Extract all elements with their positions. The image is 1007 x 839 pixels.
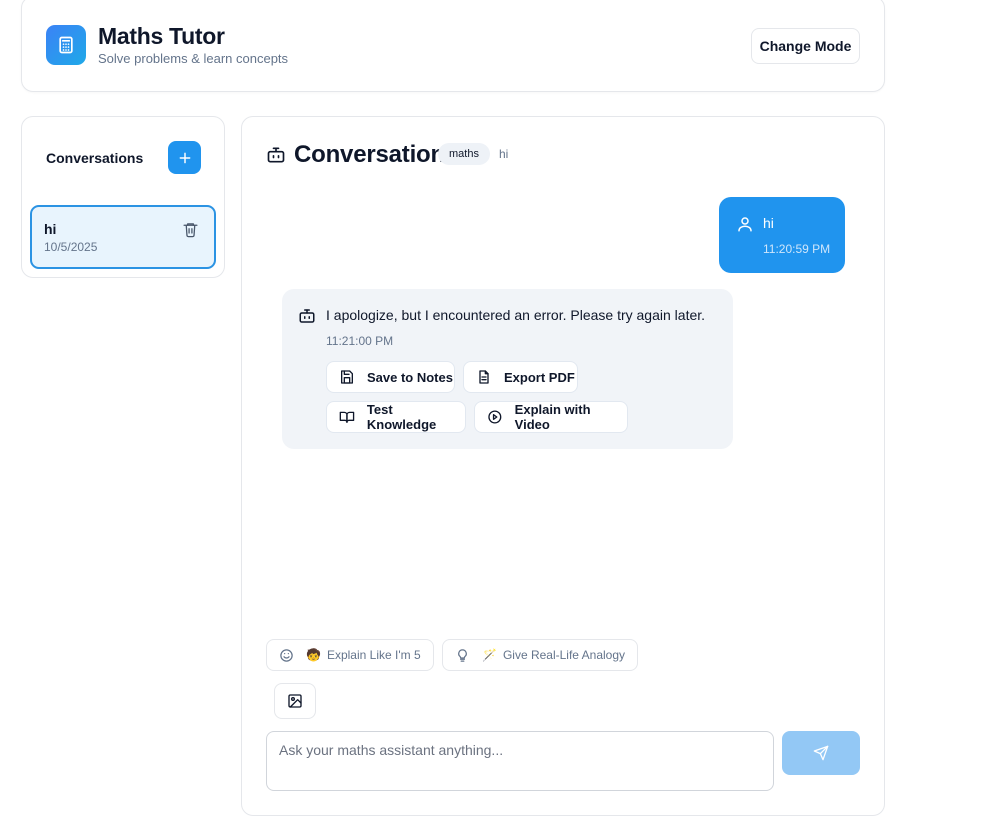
subject-badge: maths [438, 143, 490, 165]
message-text: hi [763, 215, 774, 231]
real-life-analogy-chip[interactable]: 🪄 Give Real-Life Analogy [442, 639, 638, 671]
conversation-subtitle: hi [499, 147, 509, 161]
book-open-icon [339, 411, 355, 423]
user-message: hi 11:20:59 PM [719, 197, 845, 273]
conversation-panel: Conversation maths hi hi 11:20:59 PM I a… [241, 116, 885, 816]
attach-image-button[interactable] [274, 683, 316, 719]
app-title: Maths Tutor [98, 23, 225, 49]
new-conversation-button[interactable] [168, 141, 201, 174]
button-label: Export PDF [504, 369, 575, 385]
conversation-name: hi [44, 221, 57, 237]
export-pdf-button[interactable]: Export PDF [463, 361, 578, 393]
send-icon [813, 745, 829, 761]
conversation-title: Conversation [294, 141, 445, 168]
assistant-message: I apologize, but I encountered an error.… [282, 289, 733, 449]
send-button[interactable] [782, 731, 860, 775]
explain-like-im-5-chip[interactable]: 🧒 Explain Like I'm 5 [266, 639, 434, 671]
change-mode-button[interactable]: Change Mode [751, 28, 860, 64]
message-time: 11:21:00 PM [326, 334, 394, 348]
explain-with-video-button[interactable]: Explain with Video [474, 401, 628, 433]
sidebar-title: Conversations [46, 150, 144, 166]
sparkle-emoji: 🪄 [482, 648, 497, 662]
app-header: Maths Tutor Solve problems & learn conce… [21, 0, 885, 92]
chip-label: Explain Like I'm 5 [326, 648, 421, 662]
button-label: Explain with Video [514, 402, 591, 432]
app-subtitle: Solve problems & learn concepts [98, 51, 289, 66]
user-icon [736, 215, 754, 233]
calculator-icon [46, 25, 86, 65]
conversation-list-item[interactable]: hi 10/5/2025 [30, 205, 216, 269]
play-circle-icon [488, 410, 502, 424]
conversations-sidebar: Conversations hi 10/5/2025 [21, 116, 225, 278]
save-to-notes-button[interactable]: Save to Notes [326, 361, 455, 393]
message-time: 11:20:59 PM [763, 242, 831, 256]
lightbulb-icon [458, 648, 467, 662]
chip-label: Give Real-Life Analogy [502, 648, 626, 662]
image-icon [288, 694, 302, 708]
test-knowledge-button[interactable]: Test Knowledge [326, 401, 466, 433]
child-emoji: 🧒 [306, 648, 321, 662]
smile-icon [280, 648, 293, 662]
save-icon [341, 370, 353, 384]
bot-icon [266, 145, 286, 165]
file-text-icon [479, 370, 489, 384]
button-label: Save to Notes [367, 369, 453, 385]
plus-icon [179, 152, 190, 163]
bot-icon [298, 307, 316, 325]
trash-icon[interactable] [182, 221, 199, 238]
message-text: I apologize, but I encountered an error.… [326, 307, 706, 323]
message-input[interactable] [266, 731, 774, 791]
button-label: Test Knowledge [366, 402, 437, 432]
conversation-date: 10/5/2025 [44, 240, 98, 254]
